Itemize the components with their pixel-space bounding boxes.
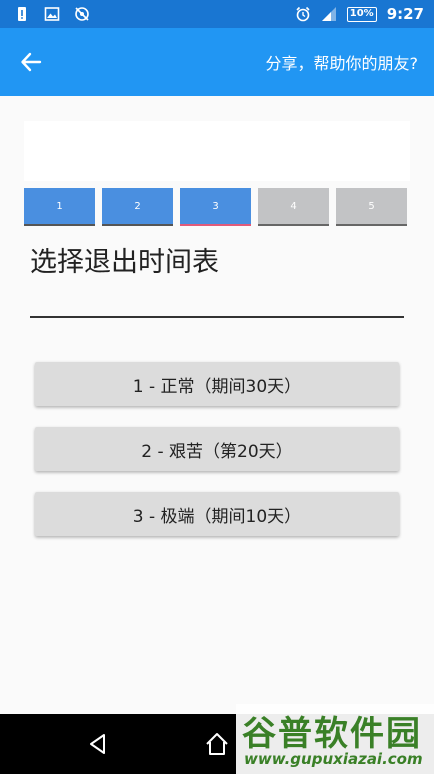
- sync-disabled-icon: [75, 7, 89, 21]
- step-5[interactable]: 5: [336, 188, 407, 226]
- status-bar: 10% 9:27: [0, 0, 434, 28]
- step-2[interactable]: 2: [102, 188, 173, 226]
- battery-alert-icon: [18, 7, 26, 21]
- step-label: 1: [56, 200, 63, 212]
- back-triangle-icon[interactable]: [86, 732, 110, 756]
- home-icon[interactable]: [204, 731, 230, 757]
- back-button[interactable]: [20, 49, 46, 75]
- step-label: 5: [368, 200, 375, 212]
- step-label: 3: [212, 200, 219, 212]
- option-hard-button[interactable]: 2 - 艰苦（第20天）: [35, 427, 399, 471]
- battery-percent: 10%: [349, 8, 374, 19]
- share-link[interactable]: 分享，帮助你的朋友?: [266, 50, 419, 74]
- option-normal-button[interactable]: 1 - 正常（期间30天）: [35, 362, 399, 406]
- option-extreme-button[interactable]: 3 - 极端（期间10天）: [35, 492, 399, 536]
- step-label: 4: [290, 200, 297, 212]
- step-4[interactable]: 4: [258, 188, 329, 226]
- alarm-icon: [296, 6, 310, 22]
- watermark-title: 谷普软件园: [242, 714, 422, 754]
- status-time: 9:27: [386, 5, 424, 23]
- battery-icon: 10%: [346, 6, 377, 22]
- watermark-url: www.gupuxiazai.com: [244, 750, 423, 768]
- app-bar: 分享，帮助你的朋友?: [0, 28, 434, 96]
- step-3[interactable]: 3: [180, 188, 251, 226]
- title-divider: [30, 316, 404, 318]
- arrow-left-icon: [21, 52, 42, 72]
- step-indicator: 1 2 3 4 5: [24, 188, 434, 226]
- step-1[interactable]: 1: [24, 188, 95, 226]
- watermark: 谷普软件园 www.gupuxiazai.com: [236, 704, 434, 774]
- status-left-icons: [14, 6, 90, 22]
- step-label: 2: [134, 200, 141, 212]
- signal-icon: [321, 7, 336, 21]
- image-icon: [44, 7, 60, 21]
- status-right-icons: 10% 9:27: [295, 5, 424, 23]
- step-content-panel: [24, 121, 410, 181]
- page-title: 选择退出时间表: [30, 247, 219, 278]
